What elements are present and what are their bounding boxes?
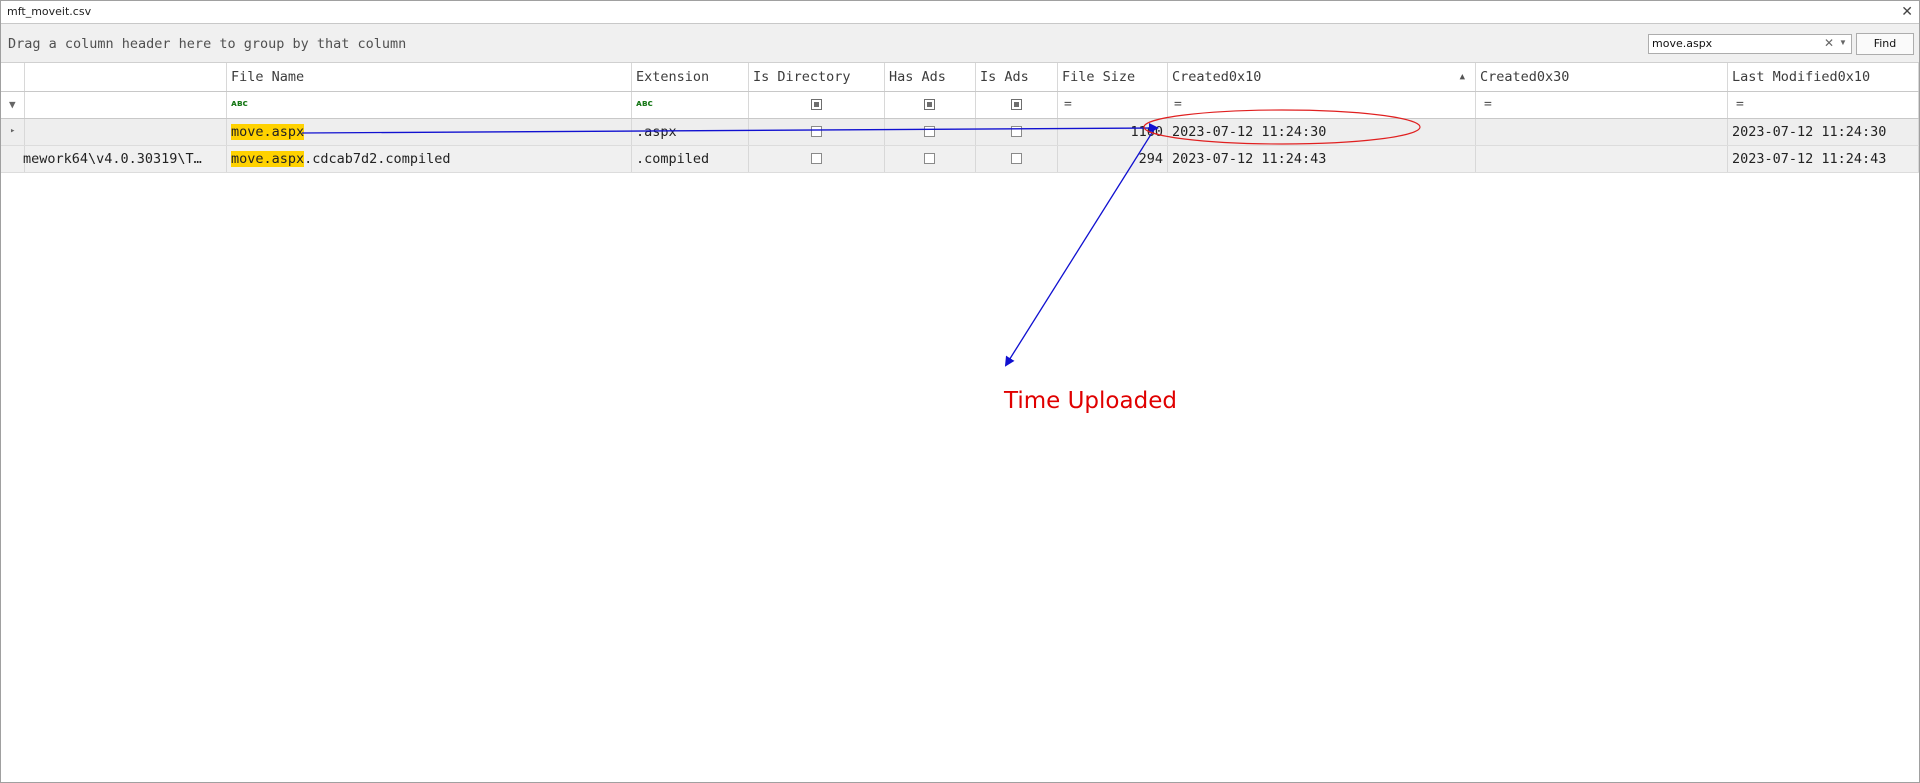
filter-cell-is-directory[interactable] [749,92,885,118]
close-icon[interactable]: ✕ [1901,3,1913,20]
is-ads-checkbox[interactable] [1011,126,1022,137]
app-window: mft_moveit.csv ✕ Drag a column header he… [0,0,1920,783]
text-filter-icon[interactable]: ᴀʙᴄ [231,99,248,109]
column-header-is-directory[interactable]: Is Directory [749,63,885,91]
row-indicator-icon: ▸ [10,126,16,136]
has-ads-checkbox[interactable] [924,153,935,164]
chevron-down-icon[interactable]: ▼ [1839,38,1847,47]
cell-has-ads[interactable] [885,146,976,172]
column-header-created0x10[interactable]: Created0x10 ▲ [1168,63,1476,91]
filter-cell-created0x30[interactable]: = [1476,92,1728,118]
cell-file-name[interactable]: move.aspx [227,119,632,145]
cell-created0x10[interactable]: 2023-07-12 11:24:43 [1168,146,1476,172]
filter-cell-indicator: ▼ [1,92,25,118]
table-row[interactable]: ▸ move.aspx .aspx 1160 2023-07-12 11:24:… [1,119,1919,146]
cell-file-size[interactable]: 1160 [1058,119,1168,145]
filter-cell-last-modified0x10[interactable]: = [1728,92,1919,118]
column-header-has-ads[interactable]: Has Ads [885,63,976,91]
column-header-created0x30[interactable]: Created0x30 [1476,63,1728,91]
filter-checkbox[interactable] [924,99,935,110]
text-filter-icon[interactable]: ᴀʙᴄ [636,99,653,109]
is-directory-checkbox[interactable] [811,153,822,164]
equals-operator-icon[interactable]: = [1736,97,1744,112]
filter-cell-has-ads[interactable] [885,92,976,118]
column-header-extension[interactable]: Extension [632,63,749,91]
search-highlight: move.aspx [231,151,305,167]
cell-extension[interactable]: .compiled [632,146,749,172]
cell-is-directory[interactable] [749,119,885,145]
column-header-is-ads[interactable]: Is Ads [976,63,1058,91]
filter-icon: ▼ [9,98,16,111]
search-highlight: move.aspx [231,124,305,140]
row-indicator: ▸ [1,119,25,145]
filter-cell-created0x10[interactable]: = [1168,92,1476,118]
cell-file-size[interactable]: 294 [1058,146,1168,172]
filter-row: ▼ ᴀʙᴄ ᴀʙᴄ = = = = [1,92,1919,119]
cell-last-modified0x10[interactable]: 2023-07-12 11:24:30 [1728,119,1919,145]
filter-cell-file-name[interactable]: ᴀʙᴄ [227,92,632,118]
title-bar: mft_moveit.csv ✕ [1,1,1919,24]
file-name-rest: .cdcab7d2.compiled [304,151,451,167]
equals-operator-icon[interactable]: = [1484,97,1492,112]
cell-created0x30[interactable] [1476,146,1728,172]
cell-is-directory[interactable] [749,146,885,172]
column-header-file-size[interactable]: File Size [1058,63,1168,91]
filter-checkbox[interactable] [1011,99,1022,110]
column-header-file-name[interactable]: File Name [227,63,632,91]
cell-has-ads[interactable] [885,119,976,145]
find-button[interactable]: Find [1856,33,1914,55]
group-hint: Drag a column header here to group by th… [8,36,407,52]
filter-cell-file-size[interactable]: = [1058,92,1168,118]
filter-cell-extension[interactable]: ᴀʙᴄ [632,92,749,118]
annotation-label: Time Uploaded [1004,388,1177,414]
cell-is-ads[interactable] [976,146,1058,172]
search-value: move.aspx [1652,37,1713,50]
filter-checkbox[interactable] [811,99,822,110]
column-header-last-modified0x10[interactable]: Last Modified0x10 [1728,63,1919,91]
group-panel[interactable]: Drag a column header here to group by th… [1,24,1919,63]
filter-cell-path[interactable] [25,92,227,118]
window-title: mft_moveit.csv [7,5,92,18]
table-row[interactable]: mework64\v4.0.30319\T… move.aspx.cdcab7d… [1,146,1919,173]
column-header-row: File Name Extension Is Directory Has Ads… [1,63,1919,92]
clear-search-icon[interactable]: ✕ [1824,36,1834,50]
row-indicator-header [1,63,25,91]
column-header-created0x10-label: Created0x10 [1172,69,1262,85]
cell-created0x30[interactable] [1476,119,1728,145]
search-input[interactable]: move.aspx ✕ ▼ [1648,34,1852,54]
has-ads-checkbox[interactable] [924,126,935,137]
cell-file-name[interactable]: move.aspx.cdcab7d2.compiled [227,146,632,172]
cell-last-modified0x10[interactable]: 2023-07-12 11:24:43 [1728,146,1919,172]
column-header-path[interactable] [25,63,227,91]
equals-operator-icon[interactable]: = [1064,97,1072,112]
cell-path[interactable]: mework64\v4.0.30319\T… [1,146,227,172]
cell-path[interactable] [25,119,227,145]
sort-ascending-icon: ▲ [1459,72,1465,82]
is-directory-checkbox[interactable] [811,126,822,137]
filter-cell-is-ads[interactable] [976,92,1058,118]
cell-is-ads[interactable] [976,119,1058,145]
cell-extension[interactable]: .aspx [632,119,749,145]
cell-created0x10[interactable]: 2023-07-12 11:24:30 [1168,119,1476,145]
is-ads-checkbox[interactable] [1011,153,1022,164]
equals-operator-icon[interactable]: = [1174,97,1182,112]
